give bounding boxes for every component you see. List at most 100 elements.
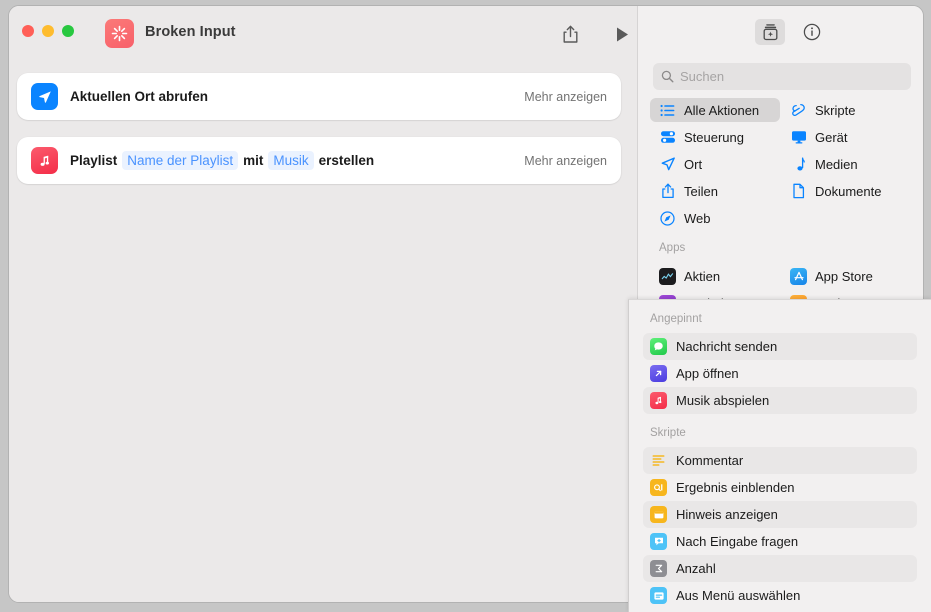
show-result-icon xyxy=(650,479,667,496)
music-note-icon xyxy=(790,157,807,172)
share-icon xyxy=(659,183,676,199)
spacer xyxy=(629,300,931,313)
sidebar-item-label: Skripte xyxy=(815,103,855,118)
action-row[interactable]: Aktuellen Ort abrufen Mehr anzeigen xyxy=(17,73,621,120)
compass-icon xyxy=(659,211,676,226)
ask-for-input-icon xyxy=(650,533,667,550)
shortcut-canvas[interactable]: Aktuellen Ort abrufen Mehr anzeigen Play… xyxy=(9,58,637,603)
pinned-actions-popover[interactable]: Angepinnt Nachricht senden App öffnen xyxy=(628,299,931,612)
action-parameter-music[interactable]: Musik xyxy=(268,151,313,170)
sidebar-item-geraet[interactable]: Gerät xyxy=(781,125,917,149)
show-more-link[interactable]: Mehr anzeigen xyxy=(524,154,607,168)
apps-section-header: Apps xyxy=(659,242,685,254)
action-part-text: erstellen xyxy=(319,153,375,168)
list-item-label: Nach Eingabe fragen xyxy=(676,534,798,549)
list-item-label: App öffnen xyxy=(676,366,739,381)
action-library-button[interactable] xyxy=(755,19,785,45)
search-icon xyxy=(661,70,674,83)
zoom-button[interactable] xyxy=(62,25,74,37)
sidebar-item-label: Gerät xyxy=(815,130,848,145)
sidebar-item-label: Alle Aktionen xyxy=(684,103,759,118)
sidebar-item-teilen[interactable]: Teilen xyxy=(650,179,780,203)
action-title: Playlist Name der Playlist mit Musik ers… xyxy=(70,151,524,170)
sidebar-item-dokumente[interactable]: Dokumente xyxy=(781,179,917,203)
list-bullet-icon xyxy=(659,104,676,117)
sidebar-item-label: Web xyxy=(684,211,711,226)
list-item-kommentar[interactable]: Kommentar xyxy=(643,447,917,474)
show-alert-icon xyxy=(650,506,667,523)
share-button[interactable] xyxy=(557,21,583,47)
choose-menu-icon xyxy=(650,587,667,604)
list-item-label: Aus Menü auswählen xyxy=(676,588,800,603)
sidebar-item-medien[interactable]: Medien xyxy=(781,152,917,176)
window-title: Broken Input xyxy=(145,24,236,40)
info-icon xyxy=(803,23,821,41)
sidebar-item-steuerung[interactable]: Steuerung xyxy=(650,125,780,149)
sidebar-item-label: Ort xyxy=(684,157,702,172)
show-more-link[interactable]: Mehr anzeigen xyxy=(524,90,607,104)
screen: Broken Input xyxy=(0,0,931,612)
list-item-nachricht-senden[interactable]: Nachricht senden xyxy=(643,333,917,360)
list-item-anzahl[interactable]: Anzahl xyxy=(643,555,917,582)
minimize-button[interactable] xyxy=(42,25,54,37)
sidebar-item-label: App Store xyxy=(815,269,873,284)
open-app-icon xyxy=(650,365,667,382)
list-item-musik-abspielen[interactable]: Musik abspielen xyxy=(643,387,917,414)
list-item-hinweis-anzeigen[interactable]: Hinweis anzeigen xyxy=(643,501,917,528)
stocks-app-icon xyxy=(659,268,676,285)
sidebar-item-ort[interactable]: Ort xyxy=(650,152,780,176)
window-titlebar: Broken Input xyxy=(9,6,637,58)
document-icon xyxy=(790,183,807,199)
display-icon xyxy=(790,130,807,144)
spacer xyxy=(629,439,931,447)
action-library-icon xyxy=(762,23,779,41)
sidebar-item-skripte[interactable]: Skripte xyxy=(781,98,917,122)
scripts-section-header: Skripte xyxy=(629,427,931,439)
list-item-label: Anzahl xyxy=(676,561,716,576)
search-input[interactable] xyxy=(680,69,903,84)
share-icon xyxy=(562,25,579,44)
traffic-lights xyxy=(22,25,74,37)
list-item-app-oeffnen[interactable]: App öffnen xyxy=(643,360,917,387)
controls-icon xyxy=(659,130,676,144)
panel-toolbar xyxy=(638,6,924,56)
scripts-icon xyxy=(790,103,807,118)
action-title-text: Aktuellen Ort abrufen xyxy=(70,89,208,104)
pinned-section-header: Angepinnt xyxy=(629,313,931,325)
count-icon xyxy=(650,560,667,577)
action-parameter-playlist-name[interactable]: Name der Playlist xyxy=(122,151,238,170)
sidebar-item-label: Medien xyxy=(815,157,858,172)
list-item-label: Ergebnis einblenden xyxy=(676,480,795,495)
list-item-aus-menue-auswaehlen[interactable]: Aus Menü auswählen xyxy=(643,582,917,609)
appstore-app-icon xyxy=(790,268,807,285)
run-button[interactable] xyxy=(609,21,635,47)
sidebar-item-label: Steuerung xyxy=(684,130,744,145)
search-field[interactable] xyxy=(653,63,911,90)
location-arrow-icon xyxy=(31,83,58,110)
action-part-text: mit xyxy=(243,153,263,168)
list-item-ergebnis-einblenden[interactable]: Ergebnis einblenden xyxy=(643,474,917,501)
sidebar-item-label: Aktien xyxy=(684,269,720,284)
list-item-label: Kommentar xyxy=(676,453,743,468)
action-title: Aktuellen Ort abrufen xyxy=(70,89,524,104)
location-icon xyxy=(659,156,676,172)
list-item-label: Hinweis anzeigen xyxy=(676,507,778,522)
messages-app-icon xyxy=(650,338,667,355)
spacer xyxy=(629,325,931,333)
music-note-icon xyxy=(31,147,58,174)
close-button[interactable] xyxy=(22,25,34,37)
sidebar-item-label: Dokumente xyxy=(815,184,881,199)
sidebar-item-aktien[interactable]: Aktien xyxy=(650,264,780,288)
list-item-nach-eingabe-fragen[interactable]: Nach Eingabe fragen xyxy=(643,528,917,555)
info-button[interactable] xyxy=(797,19,827,45)
sidebar-item-app-store[interactable]: App Store xyxy=(781,264,917,288)
sidebar-item-label: Teilen xyxy=(684,184,718,199)
action-part-text: Playlist xyxy=(70,153,117,168)
music-app-icon xyxy=(650,392,667,409)
spacer xyxy=(629,414,931,427)
shortcuts-icon xyxy=(105,19,134,48)
category-list[interactable]: Alle Aktionen Steuerung xyxy=(638,98,924,305)
action-row[interactable]: Playlist Name der Playlist mit Musik ers… xyxy=(17,137,621,184)
sidebar-item-alle-aktionen[interactable]: Alle Aktionen xyxy=(650,98,780,122)
sidebar-item-web[interactable]: Web xyxy=(650,206,780,230)
